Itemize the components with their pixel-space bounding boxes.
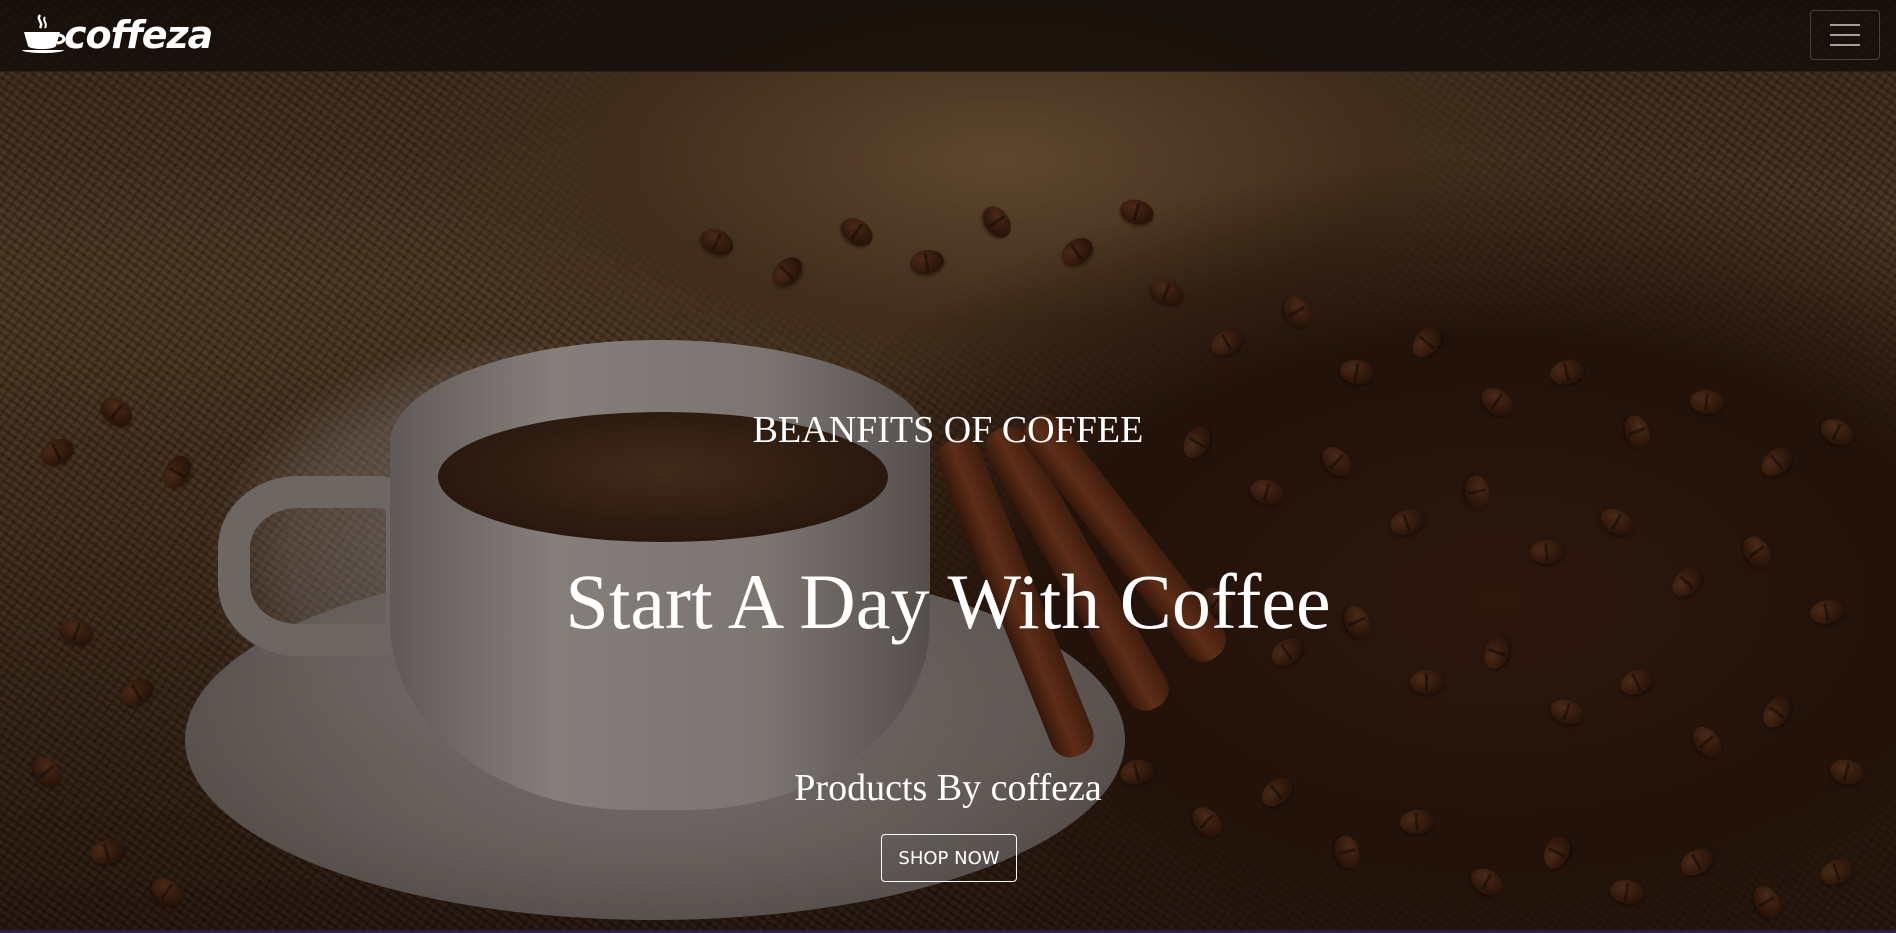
hero-headline: Start A Day With Coffee (565, 558, 1331, 645)
hamburger-menu-icon-bar (1830, 34, 1860, 36)
landing-page: coffeza BEANFITS OF COFFEE Start A Day W… (0, 0, 1896, 933)
shop-now-button[interactable]: SHOP NOW (881, 834, 1017, 882)
brand-name: coffeza (64, 13, 213, 57)
coffee-cup-icon (20, 12, 66, 58)
hero-tagline: Products By coffeza (794, 767, 1102, 809)
hamburger-menu-icon (1830, 24, 1860, 26)
brand-logo-link[interactable]: coffeza (20, 10, 213, 60)
hero-subtitle: BEANFITS OF COFFEE (752, 409, 1144, 451)
hamburger-menu-icon-bar (1830, 44, 1860, 46)
top-navbar: coffeza (0, 0, 1896, 72)
hamburger-menu-button[interactable] (1810, 10, 1880, 60)
